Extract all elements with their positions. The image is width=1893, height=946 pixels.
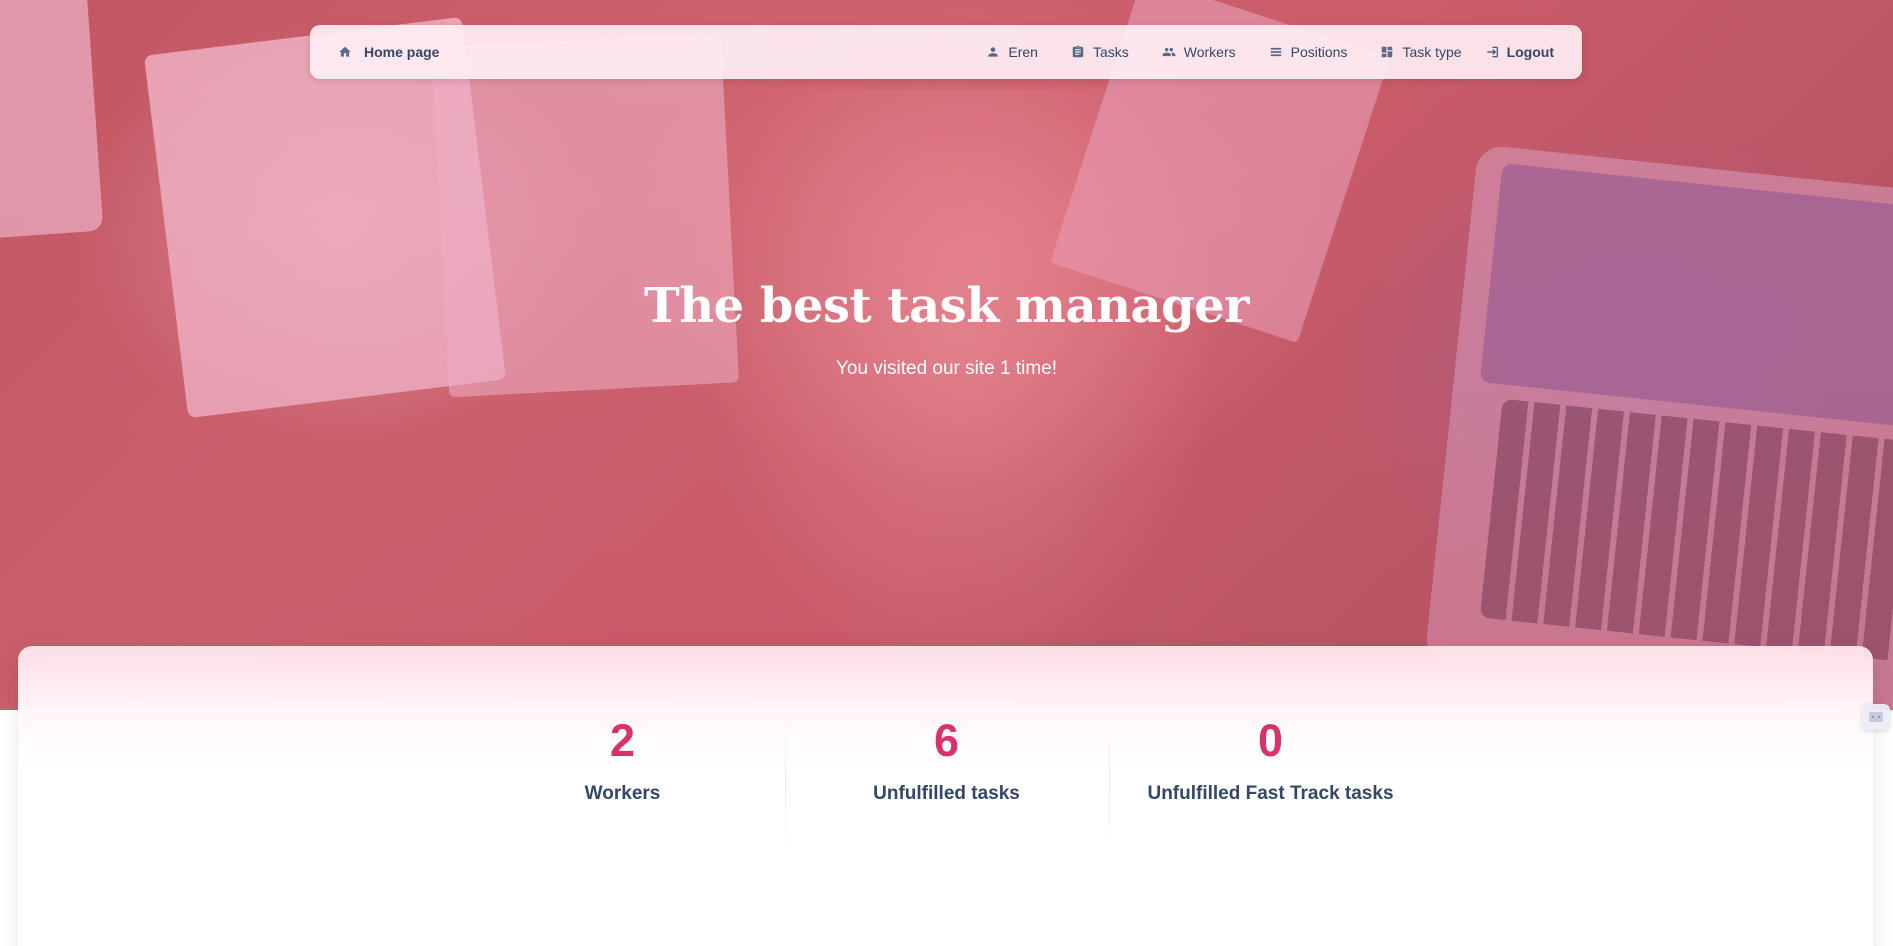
stats-row: 2 Workers 6 Unfulfilled tasks 0 Unfulfil…	[0, 705, 1893, 853]
logout-label: Logout	[1506, 44, 1554, 60]
hero-subtitle: You visited our site 1 time!	[835, 358, 1058, 379]
chat-icon	[1869, 712, 1883, 722]
hero-background	[0, 0, 1893, 716]
stat-unfulfilled-tasks-value: 6	[933, 715, 960, 766]
stat-fast-track-tasks: 0 Unfulfilled Fast Track tasks	[1108, 705, 1433, 853]
nav-item-positions[interactable]: Positions	[1269, 44, 1348, 60]
hero-title: The best task manager	[644, 278, 1249, 334]
logout-icon	[1485, 45, 1499, 59]
people-icon	[1162, 45, 1176, 59]
hero-overlay	[0, 0, 1893, 710]
nav-item-profile-label: Eren	[1008, 44, 1038, 60]
stat-workers-label: Workers	[584, 783, 661, 804]
nav-item-profile[interactable]: Eren	[986, 44, 1038, 60]
nav-item-task-type-label: Task type	[1402, 44, 1462, 60]
page: Home page Eren Tasks Workers Positions T…	[0, 0, 1893, 946]
nav-item-tasks[interactable]: Tasks	[1071, 44, 1129, 60]
nav-item-workers[interactable]: Workers	[1162, 44, 1236, 60]
chat-widget-button[interactable]	[1862, 704, 1890, 730]
logout-button[interactable]: Logout	[1485, 44, 1554, 60]
stat-workers-value: 2	[609, 715, 636, 766]
stat-workers: 2 Workers	[461, 705, 785, 805]
top-navbar: Home page Eren Tasks Workers Positions T…	[310, 25, 1582, 79]
nav-item-task-type[interactable]: Task type	[1380, 44, 1462, 60]
nav-item-tasks-label: Tasks	[1092, 44, 1129, 60]
nav-menu: Eren Tasks Workers Positions Task type L…	[986, 44, 1554, 60]
list-icon	[1269, 45, 1283, 59]
dashboard-icon	[1380, 45, 1394, 59]
home-page-link[interactable]: Home page	[338, 44, 439, 60]
person-icon	[986, 45, 1000, 59]
stat-unfulfilled-tasks-label: Unfulfilled tasks	[873, 783, 1020, 804]
clipboard-icon	[1071, 45, 1085, 59]
nav-item-positions-label: Positions	[1290, 44, 1348, 60]
stat-fast-track-tasks-label: Unfulfilled Fast Track tasks	[1147, 783, 1394, 804]
stat-unfulfilled-tasks: 6 Unfulfilled tasks	[784, 705, 1109, 853]
home-page-label: Home page	[364, 44, 440, 60]
stat-fast-track-tasks-value: 0	[1257, 715, 1284, 766]
home-icon	[338, 45, 352, 59]
nav-item-workers-label: Workers	[1183, 44, 1236, 60]
